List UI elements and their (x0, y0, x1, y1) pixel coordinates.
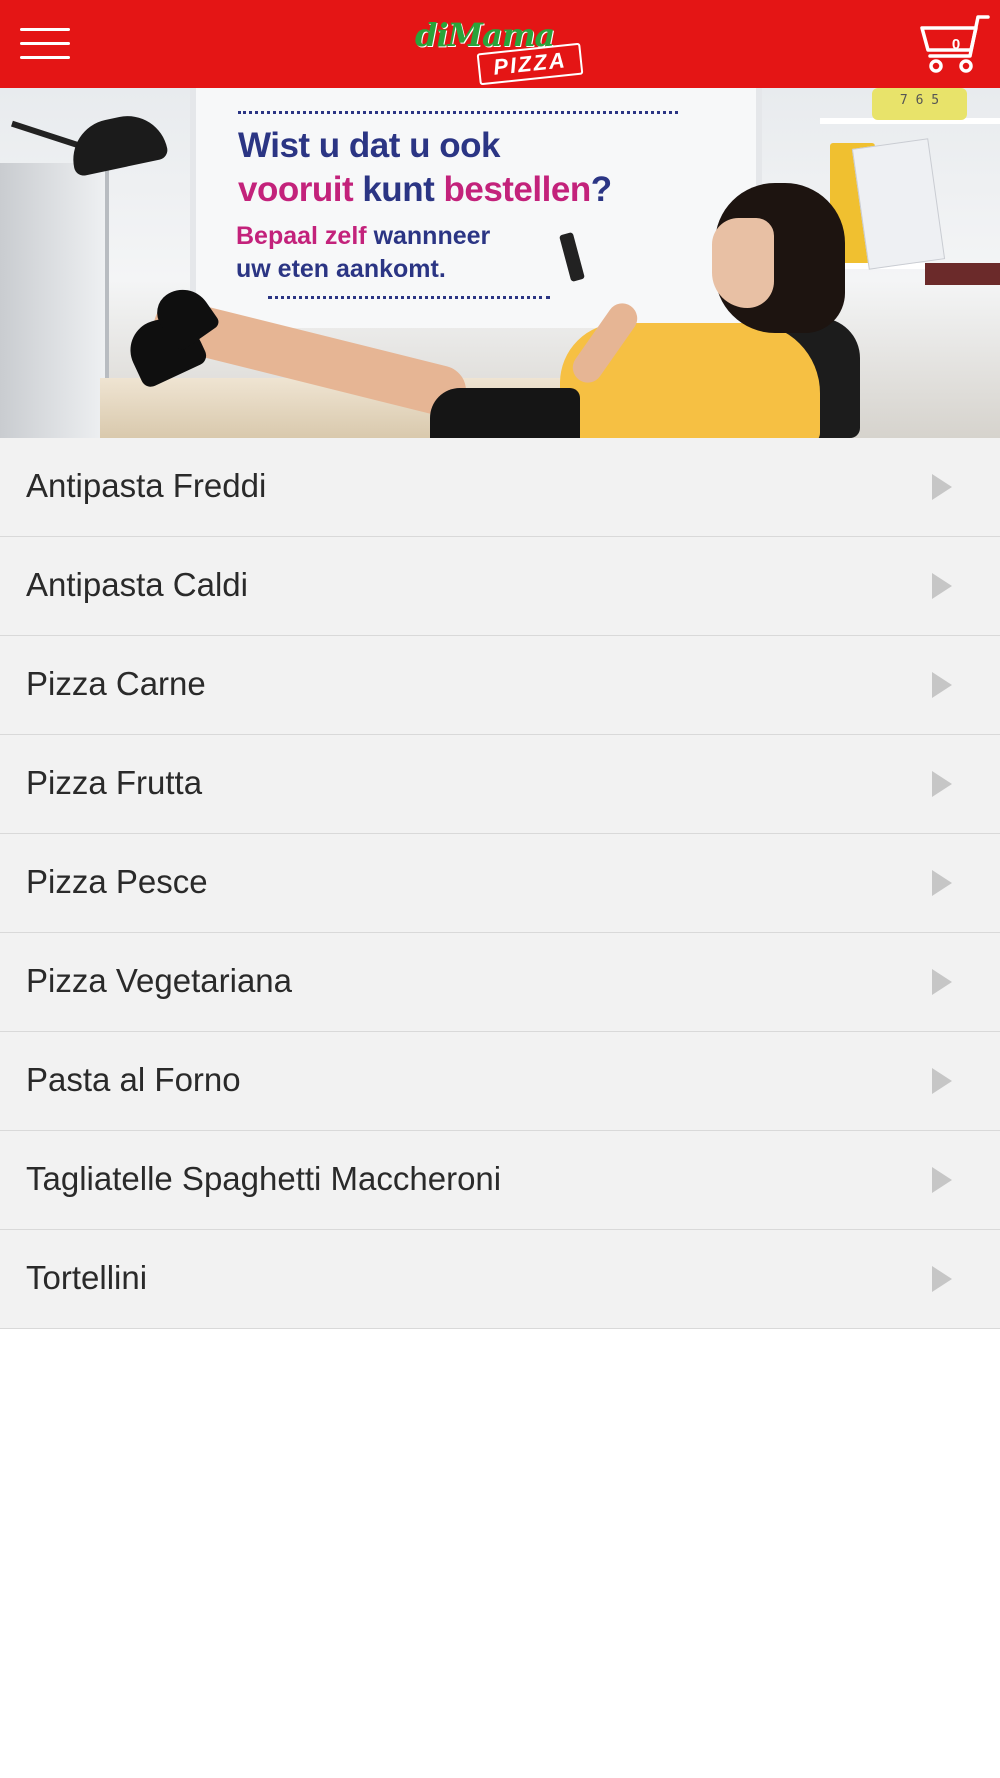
category-label: Pizza Pesce (26, 863, 208, 900)
hamburger-menu-icon[interactable] (20, 24, 70, 64)
category-item[interactable]: Antipasta Freddi (0, 438, 1000, 537)
dimama-pizza-logo[interactable]: diMama PIZZA (410, 10, 590, 86)
banner-dotted-rule (268, 296, 550, 299)
chevron-right-icon (932, 1068, 952, 1094)
category-label: Pizza Vegetariana (26, 962, 293, 999)
category-item[interactable]: Tortellini (0, 1230, 1000, 1329)
category-label: Antipasta Freddi (26, 467, 267, 504)
chevron-right-icon (932, 672, 952, 698)
banner-monitor (0, 163, 109, 438)
app-header: diMama PIZZA 0 (0, 0, 1000, 88)
menu-bar (20, 28, 70, 31)
chevron-right-icon (932, 870, 952, 896)
category-item[interactable]: Antipasta Caldi (0, 537, 1000, 636)
category-label: Pasta al Forno (26, 1061, 241, 1098)
banner-subtext-line1: Bepaal zelf wannneer (236, 220, 636, 253)
menu-bar (20, 56, 70, 59)
banner-lamp (65, 108, 170, 178)
chevron-right-icon (932, 969, 952, 995)
chevron-right-icon (932, 474, 952, 500)
banner-subtext: Bepaal zelf wannneer uw eten aankomt. (236, 220, 636, 286)
banner-woman-skirt (430, 388, 580, 438)
shopping-cart-button[interactable]: 0 (918, 14, 990, 74)
banner-books (925, 263, 1000, 285)
chevron-right-icon (932, 1266, 952, 1292)
menu-bar (20, 42, 70, 45)
banner-subtext-line2: uw eten aankomt. (236, 255, 446, 283)
banner-headline-mark: ? (590, 170, 612, 209)
category-item[interactable]: Tagliatelle Spaghetti Maccheroni (0, 1131, 1000, 1230)
banner-headline-word: vooruit (238, 170, 354, 209)
banner-headline-line1: Wist u dat u ook (238, 126, 500, 165)
banner-woman-face (712, 218, 774, 308)
category-item[interactable]: Pizza Frutta (0, 735, 1000, 834)
chevron-right-icon (932, 573, 952, 599)
category-label: Pizza Frutta (26, 764, 203, 801)
category-label: Pizza Carne (26, 665, 206, 702)
promo-banner[interactable]: 7 6 5 Wist u dat u ook vooruit kunt best… (0, 88, 1000, 438)
app-screen: diMama PIZZA 0 7 6 5 Wist u dat u ook vo… (0, 0, 1000, 1778)
category-label: Tortellini (26, 1259, 148, 1296)
banner-headline-line2: vooruit kunt bestellen? (238, 168, 738, 212)
category-list: Antipasta Freddi Antipasta Caldi Pizza C… (0, 438, 1000, 1329)
banner-headline-word: kunt (362, 170, 435, 209)
banner-subtext-rest: wannneer (373, 222, 491, 250)
category-label: Antipasta Caldi (26, 566, 248, 603)
category-label: Tagliatelle Spaghetti Maccheroni (26, 1160, 502, 1197)
category-item[interactable]: Pasta al Forno (0, 1032, 1000, 1131)
banner-subtext-highlight: Bepaal zelf (236, 222, 367, 250)
chevron-right-icon (932, 771, 952, 797)
category-item[interactable]: Pizza Pesce (0, 834, 1000, 933)
banner-headline: Wist u dat u ook vooruit kunt bestellen? (238, 124, 738, 212)
chevron-right-icon (932, 1167, 952, 1193)
banner-binder (851, 138, 946, 270)
category-item[interactable]: Pizza Vegetariana (0, 933, 1000, 1032)
cart-count-badge: 0 (951, 36, 961, 53)
category-item[interactable]: Pizza Carne (0, 636, 1000, 735)
banner-headline-word: bestellen (443, 170, 591, 209)
banner-dotted-rule (238, 111, 678, 114)
banner-clock: 7 6 5 (872, 88, 967, 120)
